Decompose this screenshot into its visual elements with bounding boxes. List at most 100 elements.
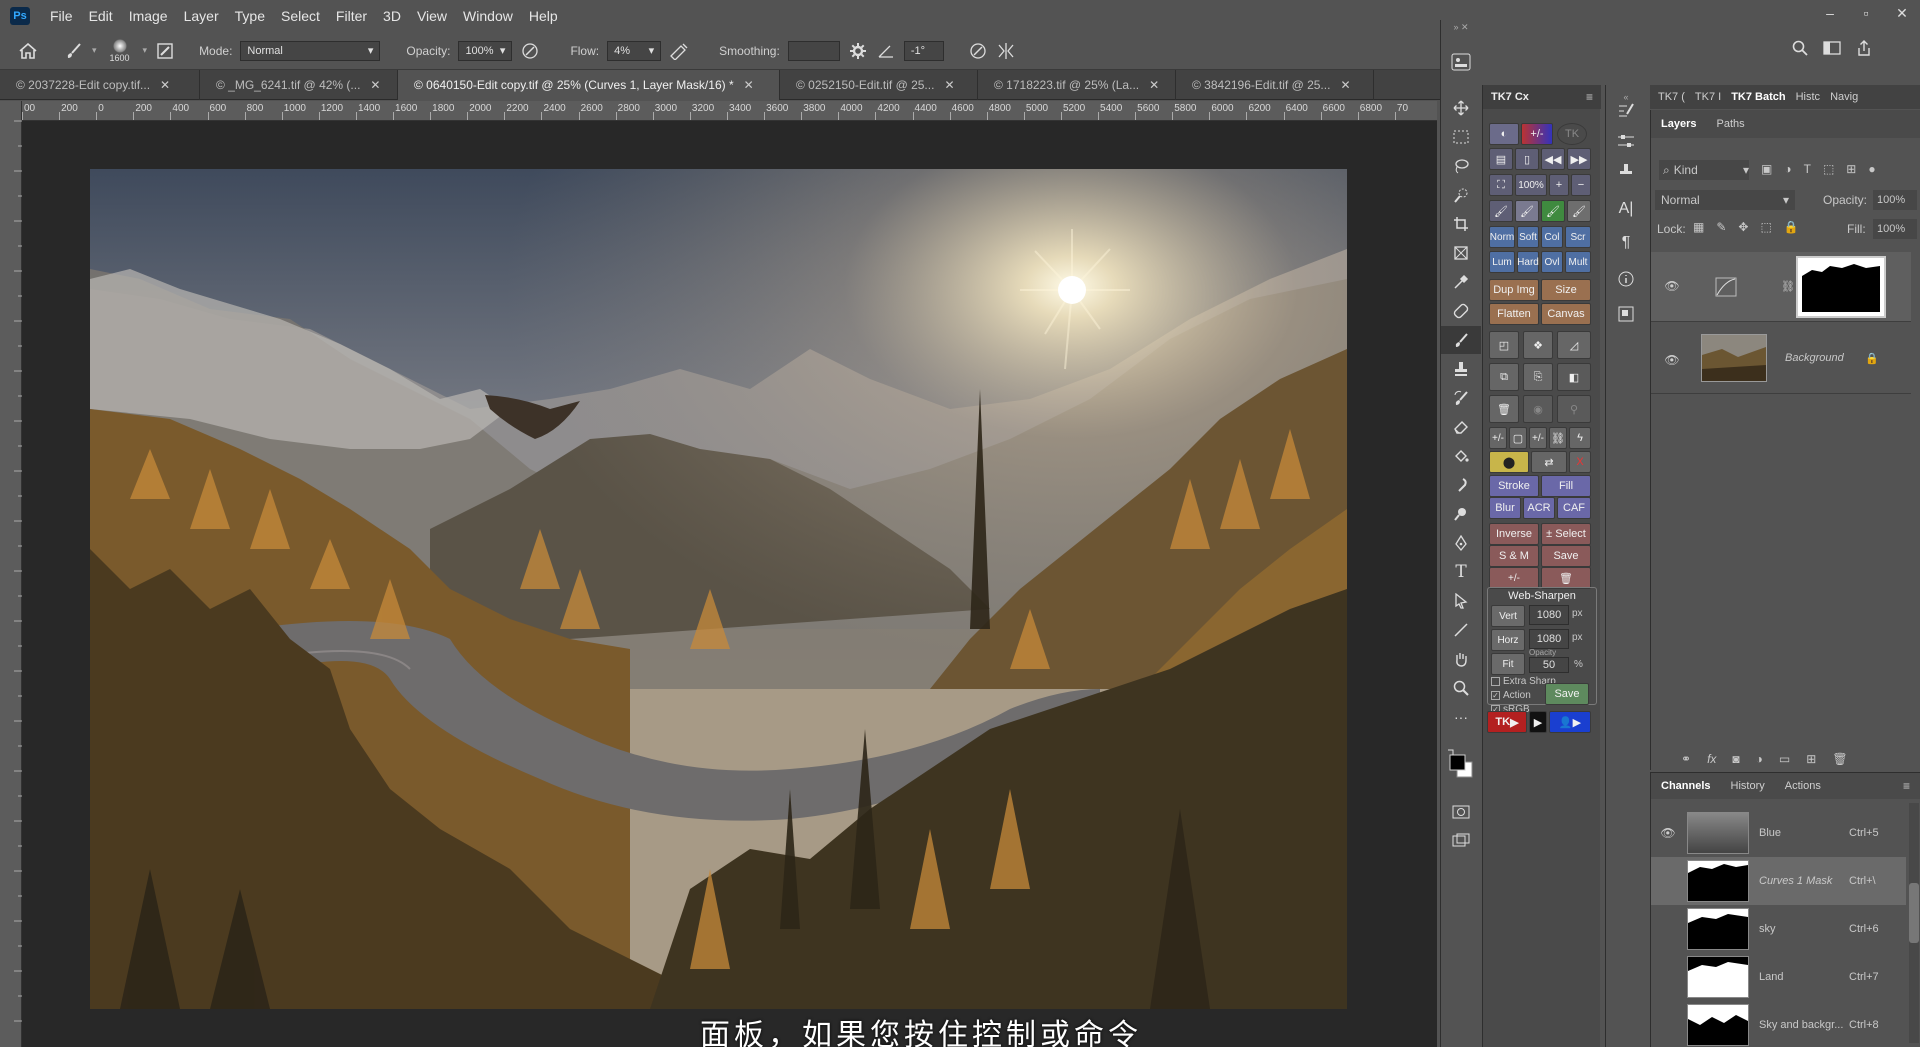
menu-help[interactable]: Help [521, 8, 566, 24]
eye-icon[interactable] [1659, 923, 1677, 935]
tab-paths[interactable]: Paths [1716, 118, 1744, 130]
menu-icon[interactable]: ≡ [1903, 779, 1910, 793]
sharpen-opacity-input[interactable]: 50 [1529, 657, 1569, 673]
smoothing-input[interactable] [787, 40, 840, 61]
transform-icon[interactable]: ◿ [1557, 331, 1591, 359]
doc-tab[interactable]: © 3842196-Edit.tif @ 25... ✕ [1176, 70, 1374, 100]
paint-bucket-icon[interactable] [1441, 442, 1481, 470]
channel-row-land[interactable]: Land Ctrl+7 [1651, 953, 1906, 1001]
eye-icon[interactable] [1659, 875, 1677, 887]
canvas-button[interactable]: Canvas [1541, 303, 1591, 325]
marquee-tool-icon[interactable] [1441, 123, 1481, 151]
fast-forward-icon[interactable]: ▶▶ [1567, 148, 1591, 170]
blend-luminosity-button[interactable]: Lum [1489, 251, 1515, 273]
layer-row-curves[interactable]: 👁 ⛓ [1651, 252, 1911, 322]
close-icon[interactable]: ✕ [1884, 0, 1920, 28]
blend-soft-button[interactable]: Soft [1517, 226, 1539, 248]
channel-row-blue[interactable]: 👁 Blue Ctrl+5 [1651, 809, 1906, 857]
stroke-button[interactable]: Stroke [1489, 475, 1539, 497]
fx-icon[interactable]: fx [1707, 752, 1716, 766]
eyedropper-icon[interactable] [1441, 268, 1481, 296]
blend-overlay-button[interactable]: Ovl [1541, 251, 1563, 273]
play-icon[interactable]: ▶ [1529, 711, 1547, 733]
tk-plusminus-icon[interactable]: +/- [1521, 123, 1553, 145]
doc-tab[interactable]: © 2037228-Edit copy.tif... ✕ [0, 70, 200, 100]
open-folder-icon[interactable]: ▤ [1489, 148, 1513, 170]
search-icon[interactable] [1790, 38, 1810, 58]
menu-icon[interactable]: ≡ [1586, 90, 1593, 104]
menu-3d[interactable]: 3D [375, 8, 409, 24]
scrollbar-thumb[interactable] [1909, 883, 1919, 943]
crop-tool-icon[interactable] [1441, 210, 1481, 238]
document-image[interactable] [90, 169, 1347, 1009]
menu-edit[interactable]: Edit [81, 8, 121, 24]
action-option[interactable]: ✓ Action [1491, 690, 1531, 701]
blend-screen-button[interactable]: Scr [1565, 226, 1591, 248]
channels-scrollbar[interactable] [1909, 803, 1919, 1043]
merge-layer-icon[interactable]: ⎘ [1523, 363, 1553, 391]
swap-icon[interactable]: ⇄ [1531, 451, 1567, 473]
filter-pixel-icon[interactable]: ▣ [1761, 162, 1772, 176]
blend-multiply-button[interactable]: Mult [1565, 251, 1591, 273]
tab-histogram[interactable]: Histc [1796, 91, 1820, 103]
layer-row-background[interactable]: 👁 Background 🔒 [1651, 324, 1911, 394]
extra-sharp-checkbox[interactable] [1491, 677, 1500, 686]
user-play-icon[interactable]: 👤▶ [1549, 711, 1591, 733]
quick-selection-icon[interactable] [1441, 181, 1481, 209]
camera-icon[interactable]: ◉ [1523, 395, 1553, 423]
type-tool-icon[interactable]: T [1441, 558, 1481, 586]
lightning-icon[interactable]: ϟ [1569, 427, 1591, 449]
eye-icon[interactable]: 👁 [1663, 279, 1681, 293]
quick-mask-icon[interactable] [1441, 798, 1481, 826]
link-icon[interactable]: ⛓ [1781, 280, 1795, 293]
tk-mask-icon[interactable]: ◐ [1489, 123, 1519, 145]
close-icon[interactable]: ✕ [944, 78, 954, 92]
dup-img-button[interactable]: Dup Img [1489, 279, 1539, 301]
filter-smart-icon[interactable]: ⊞ [1846, 162, 1856, 176]
color-swatches[interactable] [1441, 745, 1481, 785]
tab-actions[interactable]: Actions [1785, 780, 1821, 792]
new-doc-icon[interactable]: ▯ [1515, 148, 1539, 170]
smudge-tool-icon[interactable] [1441, 471, 1481, 499]
rewind-icon[interactable]: ◀◀ [1541, 148, 1565, 170]
tk-run-button[interactable]: TK ▶ [1487, 711, 1527, 733]
paragraph-icon[interactable]: ¶ [1606, 229, 1646, 257]
menu-view[interactable]: View [409, 8, 455, 24]
close-icon[interactable]: ✕ [370, 78, 380, 92]
fit-screen-icon[interactable]: ⛶ [1489, 174, 1513, 196]
save-selection-button[interactable]: Save [1541, 545, 1591, 567]
duplicate-layer-icon[interactable]: ⧉ [1489, 363, 1519, 391]
gear-icon[interactable] [848, 41, 868, 61]
doc-tab[interactable]: © _MG_6241.tif @ 42% (... ✕ [200, 70, 398, 100]
dodge-tool-icon[interactable] [1441, 500, 1481, 528]
brush-settings-icon[interactable] [1606, 97, 1646, 125]
blend-mode-select[interactable]: Normal ▾ [1655, 190, 1795, 210]
filter-shape-icon[interactable]: ⬚ [1823, 162, 1834, 176]
add-mask-icon[interactable]: ◙ [1732, 752, 1739, 766]
zoom-out-icon[interactable]: − [1571, 174, 1591, 196]
tab-tk7-1[interactable]: TK7 ( [1658, 91, 1685, 103]
brush-tool-icon[interactable] [1441, 326, 1481, 354]
horz-button[interactable]: Horz [1491, 629, 1525, 651]
tab-navigator[interactable]: Navig [1830, 91, 1858, 103]
white-brush-icon[interactable]: 🖌 [1515, 200, 1539, 222]
channel-row-curves-mask[interactable]: Curves 1 Mask Ctrl+\ [1651, 857, 1906, 905]
lock-all-icon[interactable]: 🔒 [1784, 220, 1799, 234]
eye-icon[interactable] [1659, 971, 1677, 983]
square-icon[interactable]: ▢ [1509, 427, 1527, 449]
chevron-down-icon[interactable]: ▾ [143, 45, 148, 56]
black-brush-icon[interactable]: 🖌 [1489, 200, 1513, 222]
blend-normal-button[interactable]: Norm [1489, 226, 1515, 248]
close-icon[interactable]: ✕ [1340, 78, 1350, 92]
layer-filter-kind[interactable]: ⌕ Kind ▾ [1659, 160, 1749, 180]
tab-history[interactable]: History [1731, 780, 1765, 792]
trash-icon[interactable]: 🗑 [1489, 395, 1519, 423]
delete-x-button[interactable]: X [1569, 451, 1591, 473]
vert-button[interactable]: Vert [1491, 605, 1525, 627]
grey-brush-icon[interactable]: 🖌 [1567, 200, 1591, 222]
plusminus-select-button[interactable]: ± Select [1541, 523, 1591, 545]
layer-opacity-input[interactable]: 100% [1873, 190, 1917, 210]
menu-image[interactable]: Image [121, 8, 176, 24]
pen-tool-icon[interactable] [1441, 529, 1481, 557]
filter-adjustment-icon[interactable]: ◑ [1784, 162, 1791, 176]
